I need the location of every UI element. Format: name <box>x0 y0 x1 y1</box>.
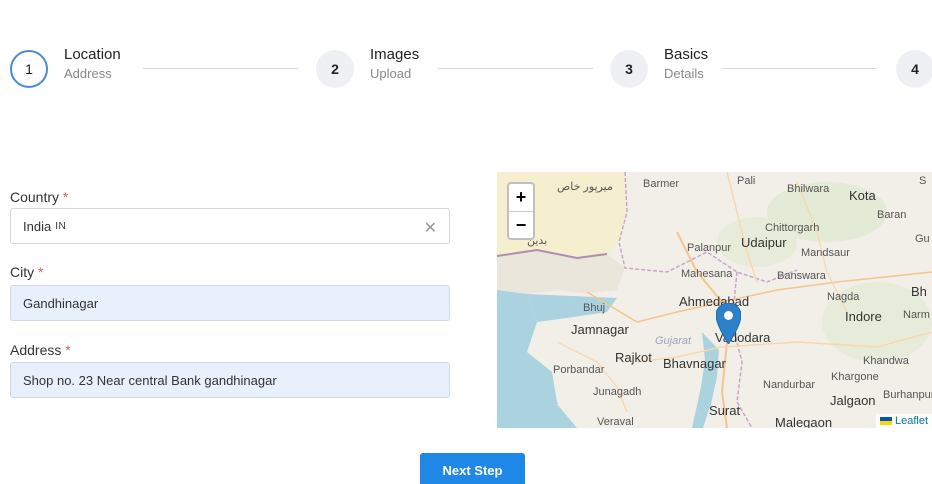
map-label: Khargone <box>831 371 879 383</box>
map-label: Burhanpur <box>883 389 932 401</box>
map-label: Surat <box>709 403 741 418</box>
city-value: Gandhinagar <box>23 295 99 311</box>
map-label: Pali <box>737 175 756 187</box>
step-number: 2 <box>316 50 354 88</box>
map-label: Bhuj <box>583 302 606 314</box>
step-connector <box>722 68 877 69</box>
country-code: IN <box>55 220 67 232</box>
step-title: Basics <box>664 46 709 63</box>
address-input[interactable]: Shop no. 23 Near central Bank gandhinaga… <box>10 362 450 398</box>
map-label: Veraval <box>597 416 634 428</box>
map-label: میرپور خاص <box>557 181 613 193</box>
map-label: Nagda <box>827 291 860 303</box>
zoom-control: + − <box>507 182 535 240</box>
required-mark: * <box>38 264 44 280</box>
map-label: Porbandar <box>553 364 605 376</box>
step-connector <box>438 68 593 69</box>
required-mark: * <box>65 342 71 358</box>
map-label: Gu <box>915 233 930 245</box>
location-step-page: 1 Location Address 2 Images Upload 3 Bas… <box>0 0 932 484</box>
country-label: Country * <box>10 189 69 205</box>
step-subtitle: Details <box>664 65 704 81</box>
zoom-in-button[interactable]: + <box>509 184 533 212</box>
map-label: Khandwa <box>863 355 909 367</box>
map-label: Jamnagar <box>571 322 629 337</box>
map-label: Banswara <box>777 270 826 282</box>
city-label: City * <box>10 264 44 280</box>
stepper: 1 Location Address 2 Images Upload 3 Bas… <box>10 46 932 89</box>
flag-icon <box>879 417 892 425</box>
map-attribution[interactable]: Leaflet <box>875 414 932 428</box>
required-mark: * <box>62 189 69 205</box>
map-label: Junagadh <box>593 386 642 398</box>
step-4[interactable]: 4 <box>896 47 932 88</box>
city-input[interactable]: Gandhinagar <box>10 285 450 321</box>
map-label: Bhilwara <box>787 183 830 195</box>
map-label: Udaipur <box>741 235 787 250</box>
map-label: Mandsaur <box>801 247 850 259</box>
step-number: 4 <box>896 50 932 88</box>
map-label: Narm <box>903 309 930 321</box>
step-subtitle: Address <box>64 65 112 81</box>
step-basics[interactable]: 3 Basics Details <box>610 46 709 88</box>
next-step-button[interactable]: Next Step <box>420 453 525 484</box>
map-label: Indore <box>845 309 882 324</box>
step-number: 1 <box>10 50 48 88</box>
map-label: Kota <box>849 188 876 203</box>
step-title: Location <box>64 46 121 63</box>
step-connector <box>143 68 298 69</box>
address-label: Address * <box>10 342 71 358</box>
step-number: 3 <box>610 50 648 88</box>
map-label: Bh <box>911 284 927 299</box>
zoom-out-button[interactable]: − <box>509 212 533 239</box>
map-label: S <box>919 175 927 187</box>
map-label: Malegaon <box>775 415 833 428</box>
country-select[interactable]: India IN ✕ <box>10 208 450 244</box>
map-label: Mahesana <box>681 268 733 280</box>
map-label: Barmer <box>643 178 680 190</box>
map-label: Palanpur <box>687 242 732 254</box>
country-value: India <box>23 218 52 234</box>
address-value: Shop no. 23 Near central Bank gandhinaga… <box>23 372 277 388</box>
step-location[interactable]: 1 Location Address <box>10 46 121 88</box>
location-map[interactable]: + − میرپور خاص بدین Barmer Pali Bhilwara… <box>497 172 932 428</box>
map-label: Bhavnagar <box>663 356 726 371</box>
map-label: Gujarat <box>655 335 692 347</box>
close-icon[interactable]: ✕ <box>424 218 437 238</box>
map-label: Baran <box>877 209 907 221</box>
attribution-link[interactable]: Leaflet <box>895 415 928 427</box>
map-label: Nandurbar <box>763 379 815 391</box>
step-title: Images <box>370 46 420 63</box>
map-label: Rajkot <box>615 350 652 365</box>
step-subtitle: Upload <box>370 65 412 81</box>
map-label: Jalgaon <box>830 393 876 408</box>
step-images[interactable]: 2 Images Upload <box>316 46 420 88</box>
map-label: Chittorgarh <box>765 222 820 234</box>
